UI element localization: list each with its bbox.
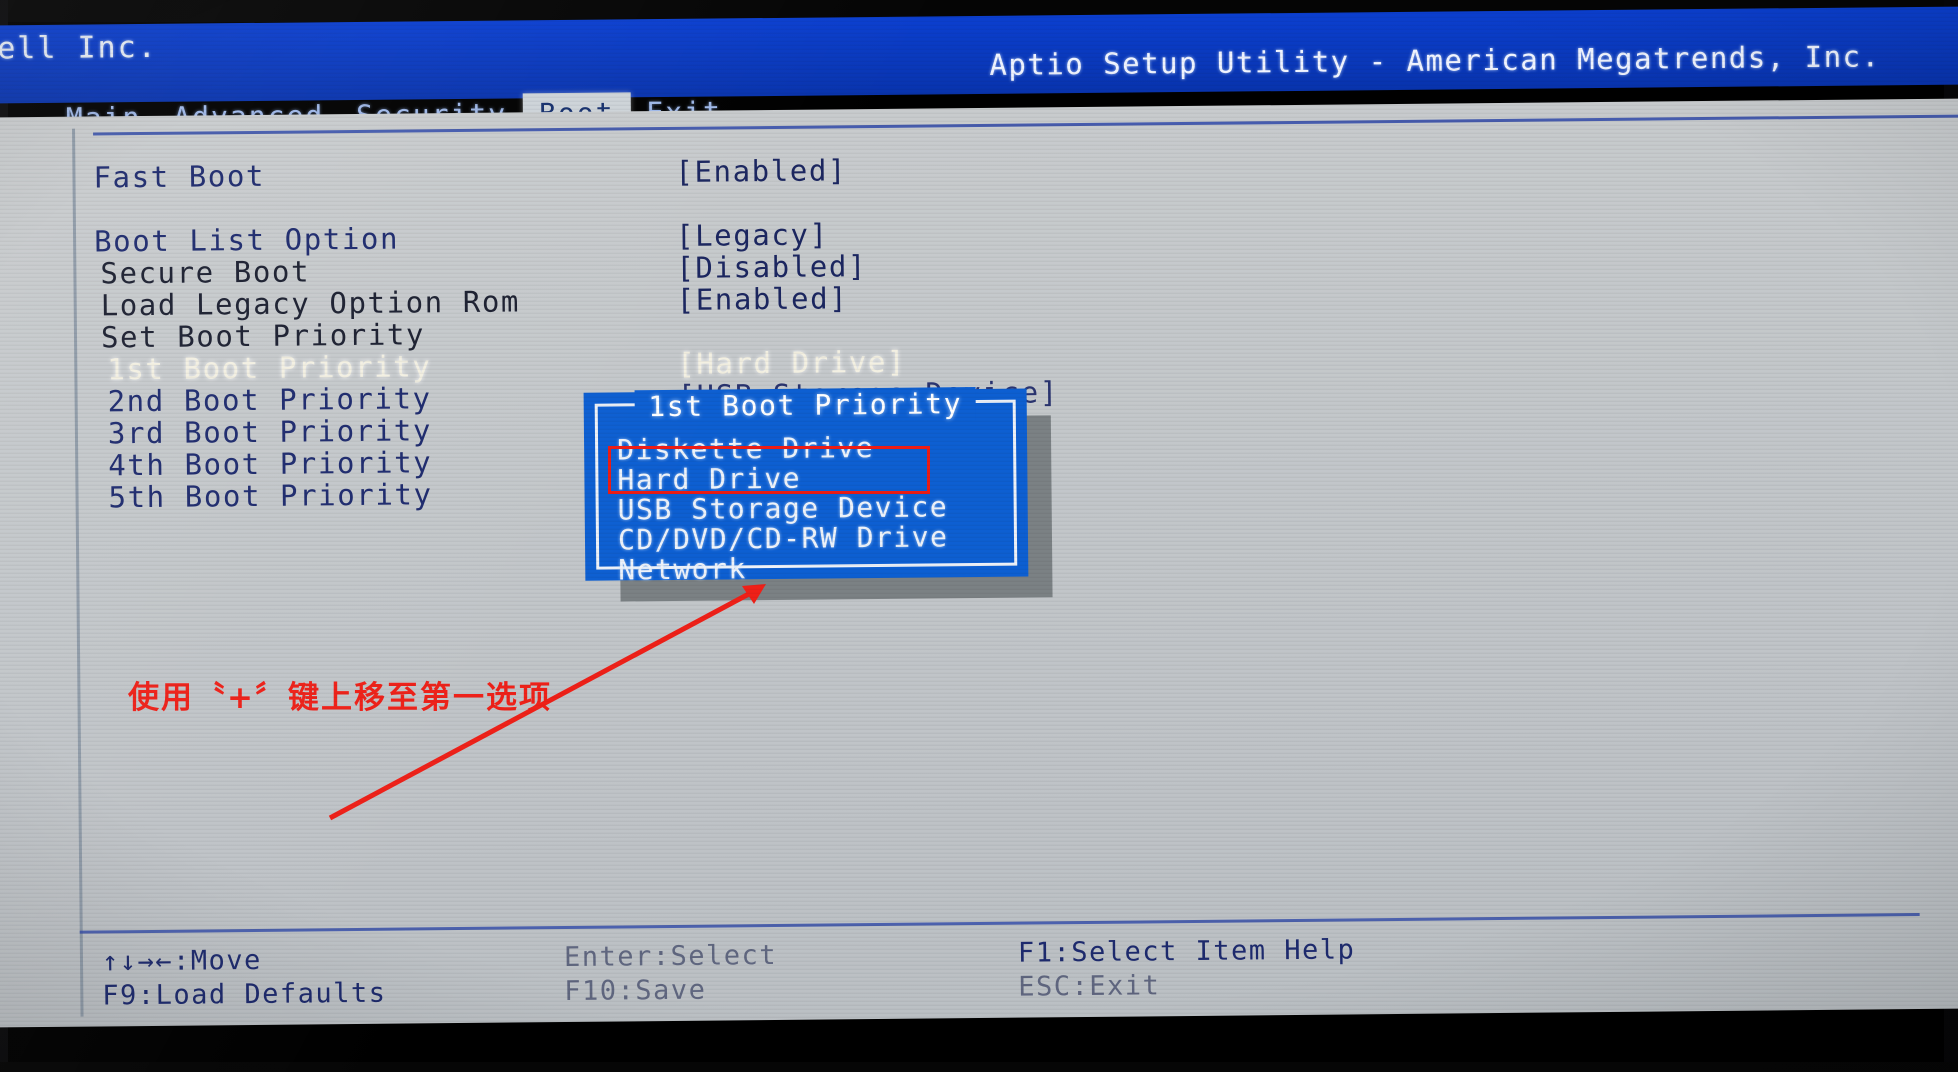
help-move: ↑↓→←:Move [101, 944, 262, 978]
utility-title: Aptio Setup Utility - American Megatrend… [989, 39, 1881, 82]
setting-label: 5th Boot Priority [108, 477, 433, 515]
setting-label: Load Legacy Option Rom [100, 284, 521, 323]
setting-value[interactable]: [Disabled] [676, 249, 867, 285]
dialog-title: 1st Boot Priority [598, 387, 1013, 424]
dialog-option-cd-dvd-drive[interactable]: CD/DVD/CD-RW Drive [618, 520, 949, 556]
setting-label: Fast Boot [93, 158, 266, 195]
setting-value[interactable]: [Enabled] [675, 153, 847, 189]
setting-label: Boot List Option [93, 221, 400, 259]
help-esc-exit: ESC:Exit [1018, 970, 1161, 1003]
setting-label: Secure Boot [100, 254, 311, 291]
vendor-label: ell Inc. [0, 29, 158, 67]
help-f10-save: F10:Save [564, 974, 707, 1008]
dialog-option-network[interactable]: Network [618, 552, 747, 586]
help-f1-item-help: F1:Select Item Help [1017, 934, 1356, 969]
bios-screen: ell Inc. Aptio Setup Utility - American … [0, 6, 1958, 1072]
annotation-note: 使用〝+〞键上移至第一选项 [128, 680, 552, 716]
help-enter-select: Enter:Select [563, 939, 778, 974]
setting-value[interactable]: [Enabled] [677, 281, 849, 317]
help-f9-load-defaults: F9:Load Defaults [102, 977, 387, 1012]
setting-value[interactable]: [Legacy] [676, 217, 829, 252]
monitor-photo: ell Inc. Aptio Setup Utility - American … [0, 0, 1958, 1072]
help-bar: ↑↓→←:Move Enter:Select F1:Select Item He… [0, 912, 1958, 1028]
annotation-highlight-box [608, 446, 930, 494]
dialog-title-text: 1st Boot Priority [634, 387, 977, 424]
setting-value[interactable]: [Hard Drive] [677, 345, 906, 381]
content-top-rule [93, 114, 1958, 136]
